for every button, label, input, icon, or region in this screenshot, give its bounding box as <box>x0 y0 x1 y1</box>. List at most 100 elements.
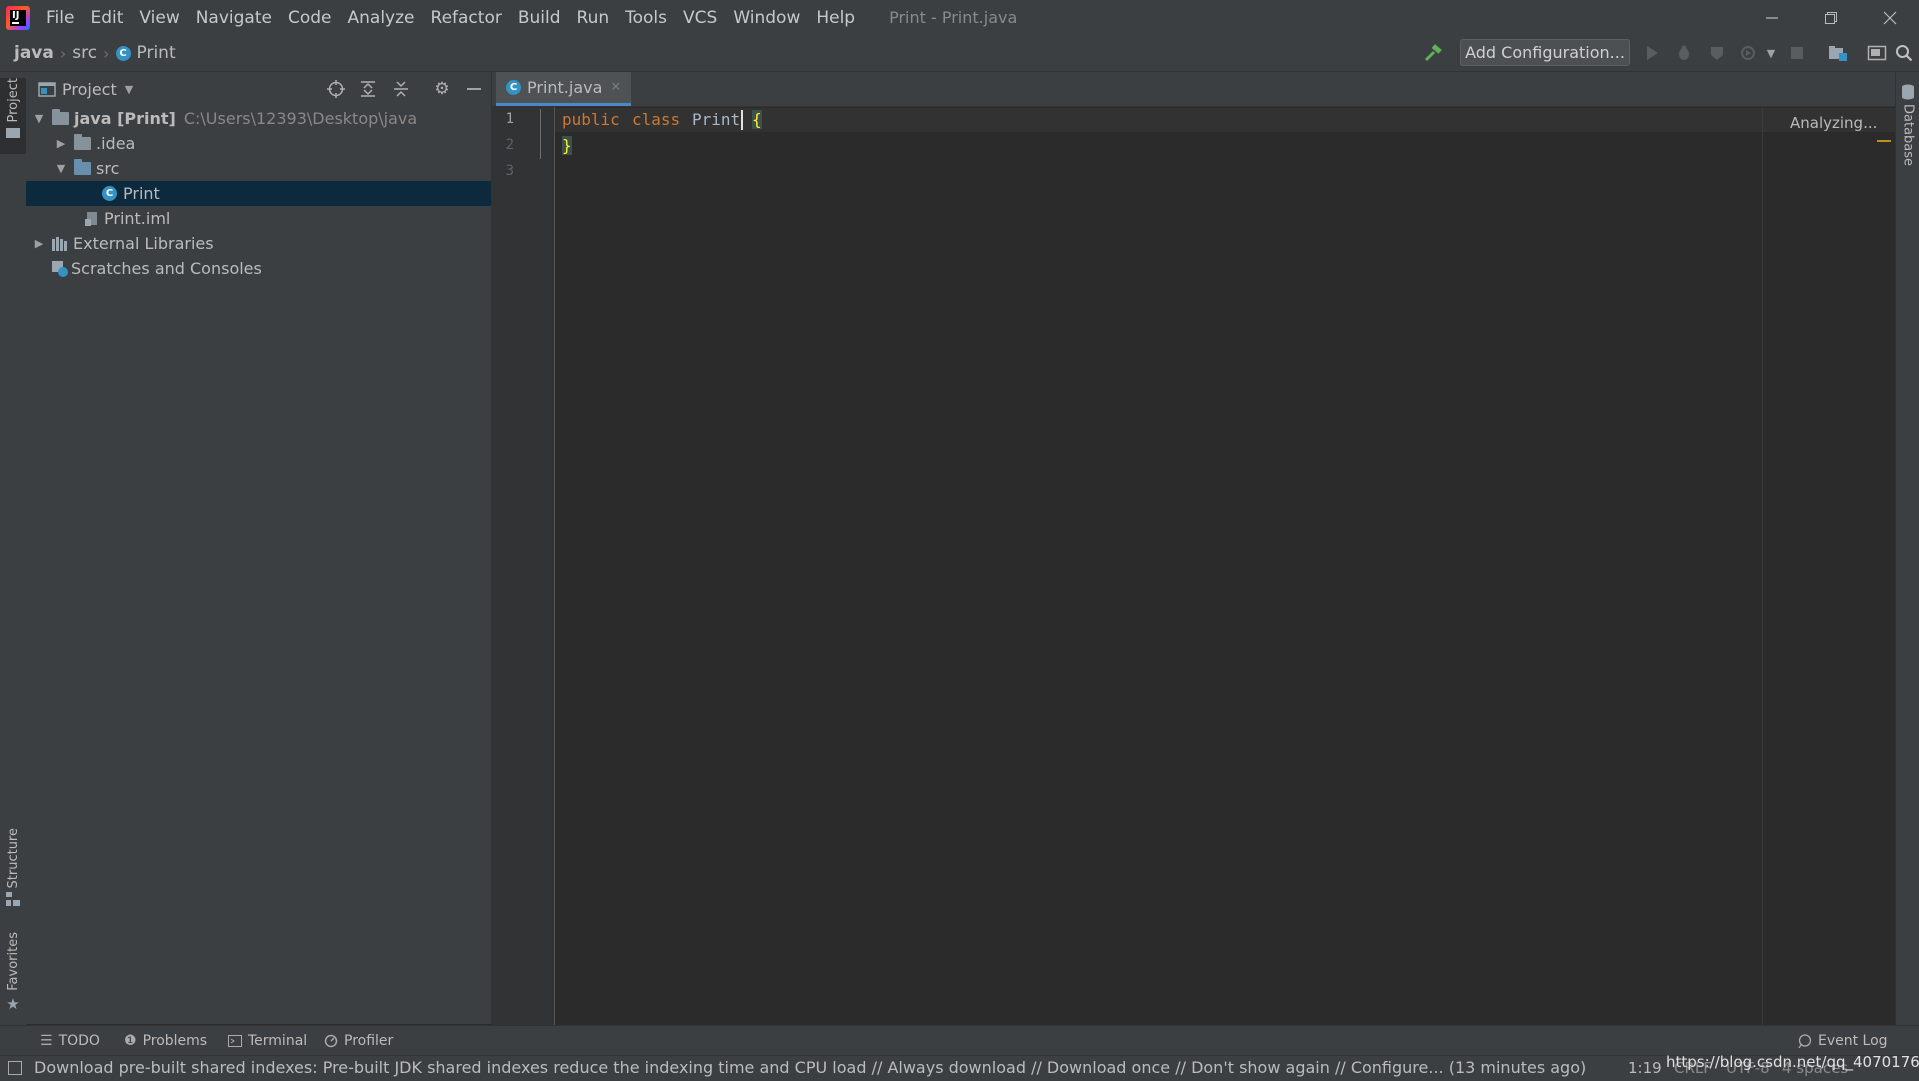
structure-icon <box>6 892 20 907</box>
chevron-right-icon[interactable]: ▶ <box>32 237 46 250</box>
close-icon <box>1883 11 1897 24</box>
expand-all-icon[interactable] <box>357 78 379 100</box>
chevron-down-icon[interactable]: ▼ <box>125 83 133 96</box>
menu-navigate[interactable]: Navigate <box>188 8 280 28</box>
profiler-icon <box>324 1034 338 1048</box>
menu-file[interactable]: File <box>38 8 82 28</box>
chevron-down-icon[interactable]: ▼ <box>1760 42 1782 64</box>
tree-item-external-libraries[interactable]: ▶ External Libraries <box>26 231 491 256</box>
menu-run[interactable]: Run <box>569 8 618 28</box>
tree-item-src[interactable]: ▼ src <box>26 156 491 181</box>
close-window-button[interactable] <box>1861 0 1919 35</box>
module-folder-icon <box>52 109 69 125</box>
stop-icon[interactable] <box>1786 42 1808 64</box>
restore-button[interactable] <box>1802 0 1860 35</box>
menu-build[interactable]: Build <box>510 8 569 28</box>
tab-terminal[interactable]: Terminal <box>228 1031 307 1051</box>
tree-item-print-iml[interactable]: Print.iml <box>26 206 491 231</box>
project-structure-icon[interactable] <box>1827 42 1849 64</box>
analyzing-indicator: Analyzing... <box>1790 114 1878 132</box>
source-folder-icon <box>74 159 91 175</box>
tree-item-project-root[interactable]: ▼ java [Print] C:\Users\12393\Desktop\ja… <box>26 106 491 131</box>
class-icon: C <box>115 45 131 61</box>
tree-item-print-class[interactable]: C Print <box>26 181 491 206</box>
project-view-selector[interactable]: Project <box>62 80 117 99</box>
tab-problems[interactable]: ❶ Problems <box>124 1031 207 1051</box>
menu-analyze[interactable]: Analyze <box>340 8 423 28</box>
caret-position[interactable]: 1:19 <box>1628 1059 1662 1077</box>
scratches-icon <box>52 260 68 277</box>
class-icon: C <box>102 186 117 201</box>
run-icon[interactable] <box>1641 42 1663 64</box>
left-tool-window-strip: Project Structure Favorites ★ <box>0 72 27 1032</box>
problems-icon: ❶ <box>124 1033 137 1049</box>
menu-vcs[interactable]: VCS <box>675 8 725 28</box>
tab-favorites-tool[interactable]: Favorites ★ <box>0 932 26 1013</box>
status-bar: Download pre-built shared indexes: Pre-b… <box>0 1053 1919 1081</box>
fold-guide <box>540 109 541 159</box>
debug-icon[interactable] <box>1673 42 1695 64</box>
profiler-label: Profiler <box>344 1033 394 1049</box>
chevron-down-icon[interactable]: ▼ <box>32 112 46 125</box>
line-number: 3 <box>505 163 514 179</box>
line-number: 2 <box>505 137 514 153</box>
star-icon: ★ <box>6 994 20 1013</box>
search-icon[interactable] <box>1893 42 1915 64</box>
profile-icon[interactable] <box>1737 42 1759 64</box>
tool-windows-toggle-icon[interactable] <box>8 1061 22 1075</box>
print-class-label: Print <box>123 184 160 203</box>
text-cursor <box>741 110 743 130</box>
tab-print-java-label: Print.java <box>527 78 603 97</box>
tab-print-java[interactable]: C Print.java ✕ <box>496 72 632 106</box>
tree-item-scratches[interactable]: Scratches and Consoles <box>26 256 491 281</box>
warning-stripe-marker[interactable] <box>1877 140 1891 142</box>
menu-code[interactable]: Code <box>280 8 340 28</box>
toggle-presentation-icon[interactable] <box>1866 42 1888 64</box>
tab-database-tool[interactable]: Database <box>1896 84 1919 166</box>
event-log-label: Event Log <box>1818 1033 1888 1049</box>
menu-window[interactable]: Window <box>725 8 808 28</box>
tab-structure-tool[interactable]: Structure <box>0 828 26 907</box>
close-tab-icon[interactable]: ✕ <box>610 80 621 95</box>
breadcrumb-src[interactable]: src <box>72 43 97 63</box>
project-tool-window: Project ▼ ⚙ ▼ java [Print] C:\Users\1239… <box>26 72 492 1024</box>
database-tool-label: Database <box>1900 104 1916 167</box>
minimize-button[interactable] <box>1743 0 1801 35</box>
code-class-name: Print <box>692 110 741 129</box>
run-with-coverage-icon[interactable] <box>1706 42 1728 64</box>
breadcrumb-print[interactable]: Print <box>137 43 176 63</box>
status-message[interactable]: Download pre-built shared indexes: Pre-b… <box>34 1058 1586 1077</box>
chevron-right-icon[interactable]: ▶ <box>54 137 68 150</box>
menu-view[interactable]: View <box>131 8 187 28</box>
tab-event-log[interactable]: Event Log <box>1798 1031 1888 1051</box>
breadcrumb-project[interactable]: java <box>14 43 54 63</box>
editor-gutter: 1 2 3 <box>492 107 555 1025</box>
right-tool-window-strip: Database <box>1895 72 1919 1032</box>
gear-icon[interactable]: ⚙ <box>431 78 453 100</box>
tab-todo[interactable]: ☰ TODO <box>40 1031 100 1051</box>
external-libraries-label: External Libraries <box>73 234 214 253</box>
print-iml-label: Print.iml <box>104 209 171 228</box>
menu-refactor[interactable]: Refactor <box>423 8 510 28</box>
tab-profiler[interactable]: Profiler <box>324 1031 393 1051</box>
chevron-down-icon[interactable]: ▼ <box>54 162 68 175</box>
collapse-all-icon[interactable] <box>390 78 412 100</box>
locate-file-icon[interactable] <box>325 78 347 100</box>
hide-panel-icon[interactable] <box>463 78 485 100</box>
intellij-logo-icon[interactable]: IJ <box>6 5 30 30</box>
breadcrumb-separator-icon: › <box>103 43 110 63</box>
code-editor[interactable] <box>555 107 1895 1025</box>
database-icon <box>1902 84 1914 100</box>
menu-edit[interactable]: Edit <box>82 8 131 28</box>
idea-folder-label: .idea <box>96 134 136 153</box>
minimize-icon <box>1766 16 1778 19</box>
tab-project-tool[interactable]: Project <box>0 78 26 154</box>
build-hammer-icon[interactable] <box>1422 42 1444 64</box>
add-configuration-button[interactable]: Add Configuration... <box>1460 39 1630 66</box>
menu-tools[interactable]: Tools <box>617 8 675 28</box>
right-margin-guide <box>1762 107 1763 1025</box>
project-tool-label: Project <box>5 78 21 123</box>
tree-item-idea[interactable]: ▶ .idea <box>26 131 491 156</box>
scratches-label: Scratches and Consoles <box>71 259 262 278</box>
menu-help[interactable]: Help <box>808 8 863 28</box>
